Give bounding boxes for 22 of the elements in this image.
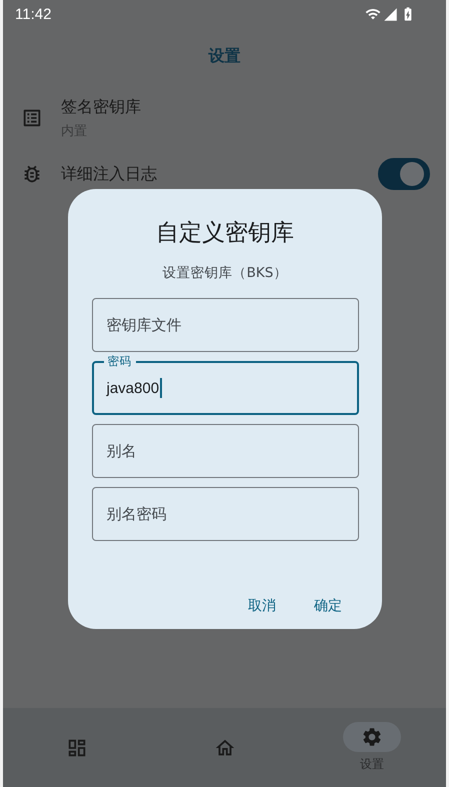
settings-icon bbox=[361, 726, 384, 748]
list-icon bbox=[21, 107, 43, 129]
nav-tab[interactable] bbox=[343, 722, 402, 752]
input-field[interactable]: 密钥库文件 bbox=[92, 298, 358, 352]
field-value: java800 bbox=[106, 378, 162, 398]
field-label: 别名密码 bbox=[106, 504, 166, 524]
status-time: 11:42 bbox=[15, 6, 52, 22]
input-field[interactable]: 密码 java800 bbox=[92, 352, 358, 415]
setting-title: 签名密钥库 bbox=[61, 96, 142, 118]
dialog-subtitle: 设置密钥库（BKS） bbox=[162, 264, 288, 282]
dialog-button[interactable]: 取消 bbox=[242, 589, 282, 623]
setting-title: 详细注入日志 bbox=[61, 164, 158, 184]
signal-icon bbox=[383, 6, 398, 22]
field-label: 别名 bbox=[106, 442, 136, 460]
dialog-title: 自定义密钥库 bbox=[156, 219, 294, 248]
input-field[interactable]: 别名 bbox=[92, 424, 358, 478]
input-field[interactable]: 别名密码 bbox=[92, 487, 358, 541]
field-label: 密钥库文件 bbox=[106, 316, 182, 334]
dialog-button[interactable]: 确定 bbox=[308, 589, 348, 623]
wifi-icon bbox=[365, 6, 381, 22]
toggle-switch[interactable] bbox=[378, 158, 430, 190]
page-title: 设置 bbox=[207, 44, 242, 66]
